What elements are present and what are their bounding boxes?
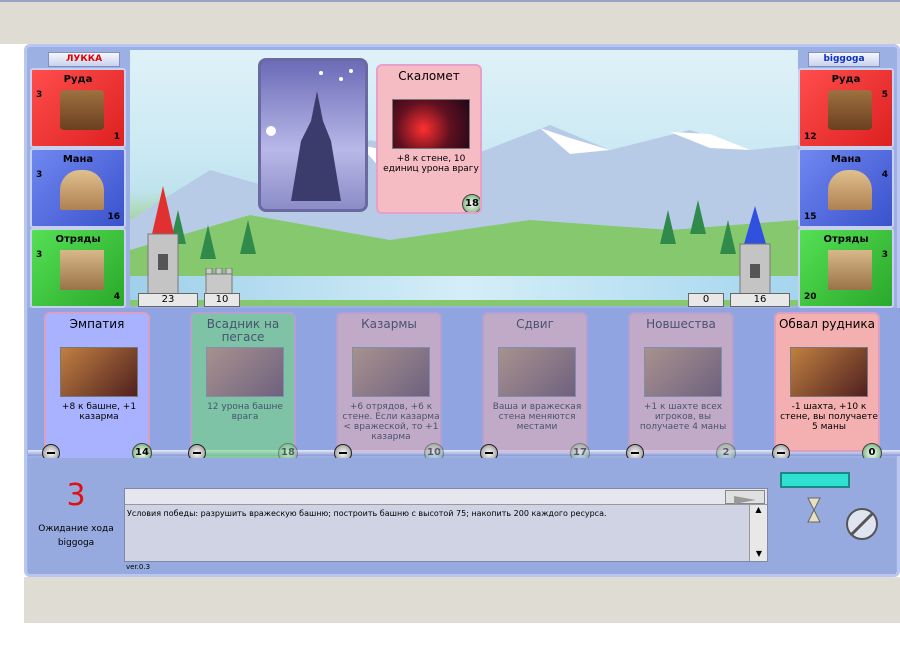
- hand-card-description: +6 отрядов, +6 к стене. Если казарма < в…: [342, 402, 440, 442]
- scroll-down-icon[interactable]: ▼: [750, 549, 768, 561]
- resource-amount: 3: [881, 250, 888, 260]
- battlefield-scene: Скаломет +8 к стене, 10 единиц урона вра…: [130, 50, 798, 306]
- hand-card[interactable]: Новшества +1 к шахте всех игроков, вы пол…: [628, 312, 734, 452]
- catapult-icon: [392, 99, 470, 149]
- send-button[interactable]: [725, 490, 765, 504]
- card-art-icon: [790, 347, 868, 397]
- turn-counter: 3: [66, 478, 86, 513]
- left-recruits-panel: Отряды 3 4: [30, 228, 126, 308]
- hand-card-title: Сдвиг: [516, 317, 554, 331]
- log-scrollbar[interactable]: ▲ ▼: [749, 505, 767, 561]
- resource-production: 16: [107, 212, 120, 222]
- resource-production: 15: [804, 212, 817, 222]
- hand-card-description: +1 к шахте всех игроков, вы получаете 4 …: [639, 402, 727, 432]
- barracks-icon: [828, 250, 872, 290]
- temple-icon: [60, 170, 104, 210]
- resource-label: Мана: [830, 154, 862, 165]
- tree-icon: [660, 210, 676, 244]
- turn-player: biggoga: [57, 538, 95, 548]
- resource-label: Отряды: [55, 234, 101, 245]
- hand-card[interactable]: Эмпатия +8 к башне, +1 казарма: [44, 312, 150, 462]
- hand-card[interactable]: Казармы +6 отрядов, +6 к стене. Если каза…: [336, 312, 442, 452]
- mine-icon: [828, 90, 872, 130]
- resource-amount: 3: [36, 250, 43, 260]
- hand-card[interactable]: Обвал рудника -1 шахта, +10 к стене, вы п…: [774, 312, 880, 452]
- scroll-up-icon[interactable]: ▲: [750, 505, 767, 517]
- hourglass-icon: [807, 497, 821, 523]
- played-card-description: +8 к стене, 10 единиц урона врагу: [383, 154, 479, 174]
- resource-production: 4: [113, 292, 120, 302]
- resource-amount: 4: [881, 170, 888, 180]
- version-label: ver.0.3: [126, 563, 151, 571]
- resource-amount: 5: [881, 90, 888, 100]
- log-input[interactable]: [125, 489, 767, 505]
- right-wall-height: 0: [688, 293, 724, 307]
- hand-card-description: -1 шахта, +10 к стене, вы получаете 5 ма…: [780, 402, 878, 432]
- options-button[interactable]: [780, 472, 850, 488]
- left-tower-height: 23: [138, 293, 198, 307]
- browser-top-bar: [0, 0, 900, 44]
- hand-card-title: Новшества: [646, 317, 716, 331]
- resource-label: Отряды: [823, 234, 869, 245]
- left-wall-icon: [205, 268, 233, 296]
- deck-card-back[interactable]: [258, 58, 368, 212]
- played-card-cost: 18: [462, 194, 480, 212]
- left-gems-panel: Мана 3 16: [30, 148, 126, 228]
- resource-amount: 3: [36, 170, 43, 180]
- resource-production: 1: [113, 132, 120, 142]
- castle-night-icon: [266, 69, 353, 201]
- played-card-title: Скаломет: [398, 69, 460, 83]
- right-bricks-panel: Руда 5 12: [798, 68, 894, 148]
- right-recruits-panel: Отряды 3 20: [798, 228, 894, 308]
- hand-card-description: 12 урона башне врага: [207, 402, 283, 422]
- right-tower-icon: [739, 206, 771, 296]
- message-log[interactable]: Условия победы: разрушить вражескую башн…: [124, 488, 768, 562]
- left-bricks-panel: Руда 3 1: [30, 68, 126, 148]
- card-art-icon: [206, 347, 284, 397]
- hand-area: [28, 308, 900, 454]
- played-card: Скаломет +8 к стене, 10 единиц урона вра…: [376, 64, 482, 214]
- barracks-icon: [60, 250, 104, 290]
- turn-status: Ожидание хода: [38, 524, 114, 534]
- right-gems-panel: Мана 4 15: [798, 148, 894, 228]
- card-art-icon: [644, 347, 722, 397]
- hand-card[interactable]: Сдвиг Ваша и вражеская стена меняются мес…: [482, 312, 588, 452]
- hand-card-title: Обвал рудника: [778, 317, 876, 331]
- hand-card-title: Казармы: [361, 317, 417, 331]
- resource-production: 12: [804, 132, 817, 142]
- temple-icon: [828, 170, 872, 210]
- hand-card-description: +8 к башне, +1 казарма: [61, 402, 137, 422]
- hand-card-title: Эмпатия: [69, 317, 125, 331]
- surrender-icon[interactable]: [844, 506, 880, 542]
- tree-icon: [240, 220, 256, 254]
- card-art-icon: [352, 347, 430, 397]
- hand-card-title: Всадник на пегасе: [206, 317, 280, 344]
- resource-label: Руда: [63, 74, 93, 85]
- left-tower-icon: [147, 186, 179, 295]
- left-player-name: ЛУККА: [48, 52, 120, 67]
- hand-card-description: Ваша и вражеская стена меняются местами: [492, 402, 582, 432]
- card-art-icon: [498, 347, 576, 397]
- right-player-name: biggoga: [808, 52, 880, 67]
- mine-icon: [60, 90, 104, 130]
- card-art-icon: [60, 347, 138, 397]
- tree-icon: [690, 200, 706, 234]
- tree-icon: [200, 225, 216, 259]
- right-tower-height: 16: [730, 293, 790, 307]
- resource-production: 20: [804, 292, 817, 302]
- hand-card[interactable]: Всадник на пегасе 12 урона башне врага: [190, 312, 296, 462]
- resource-label: Руда: [831, 74, 861, 85]
- left-wall-height: 10: [204, 293, 240, 307]
- browser-bottom-bar: [24, 577, 900, 623]
- resource-label: Мана: [62, 154, 94, 165]
- resource-amount: 3: [36, 90, 43, 100]
- hand-rail: [28, 450, 900, 456]
- log-text: Условия победы: разрушить вражескую башн…: [127, 509, 607, 518]
